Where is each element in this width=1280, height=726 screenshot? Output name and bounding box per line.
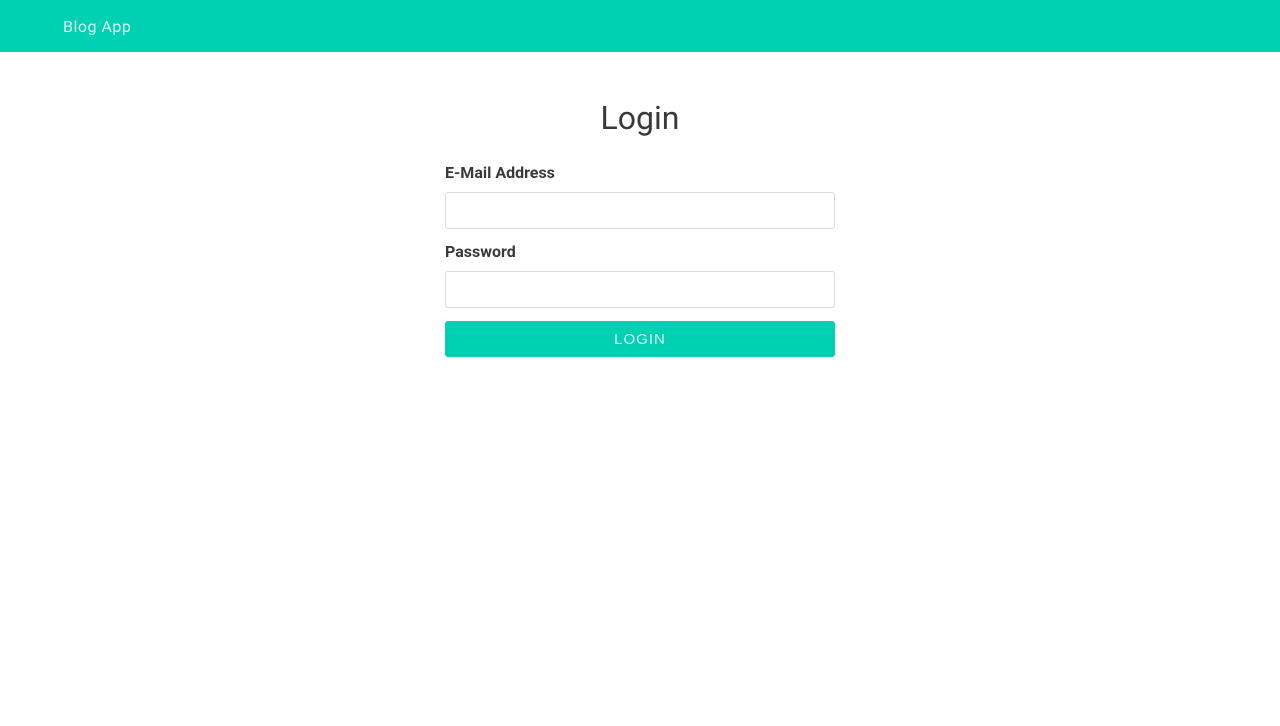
page-title: Login	[601, 99, 680, 137]
header: Blog App	[0, 0, 1280, 52]
email-field[interactable]	[445, 192, 835, 229]
password-field[interactable]	[445, 271, 835, 308]
main-content: Login E-Mail Address Password LOGIN	[0, 52, 1280, 357]
login-button[interactable]: LOGIN	[445, 321, 835, 357]
email-label: E-Mail Address	[445, 163, 835, 182]
password-label: Password	[445, 242, 835, 261]
login-form: E-Mail Address Password LOGIN	[445, 163, 835, 357]
header-title[interactable]: Blog App	[63, 17, 131, 36]
